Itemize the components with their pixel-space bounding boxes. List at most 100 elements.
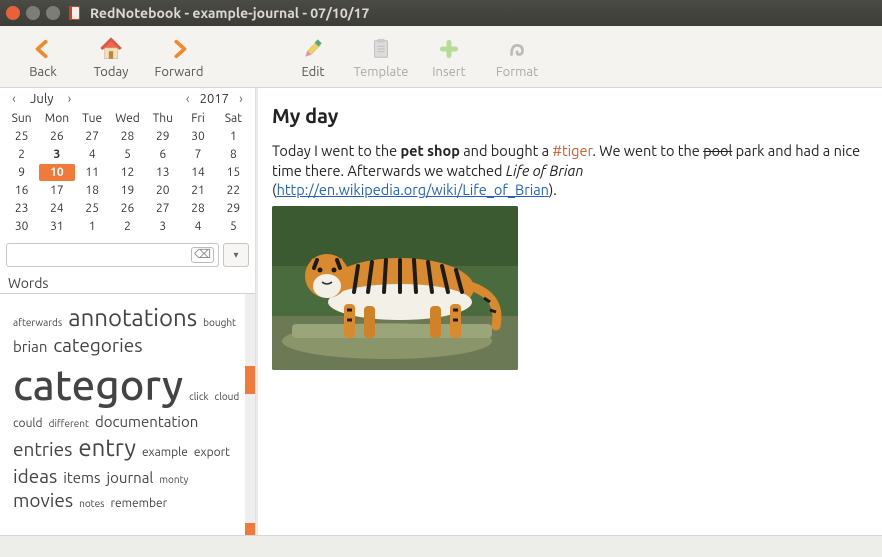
- status-bar: [0, 535, 882, 557]
- calendar-day[interactable]: 19: [110, 182, 145, 199]
- calendar-month: July: [22, 92, 61, 106]
- calendar-day[interactable]: 4: [75, 146, 110, 163]
- wordcloud-word[interactable]: brian: [13, 337, 47, 357]
- entry-body: Today I went to the pet shop and bought …: [272, 141, 868, 200]
- search-input[interactable]: ⌫: [6, 243, 219, 267]
- minimize-icon[interactable]: [26, 6, 40, 20]
- maximize-icon[interactable]: [46, 6, 60, 20]
- wordcloud-word[interactable]: example: [142, 445, 188, 461]
- wordcloud-word[interactable]: click: [189, 390, 208, 403]
- wordcloud-word[interactable]: notes: [79, 497, 104, 510]
- calendar-day[interactable]: 25: [75, 200, 110, 217]
- calendar-day[interactable]: 3: [39, 146, 74, 163]
- calendar-day[interactable]: 15: [216, 164, 251, 181]
- wordcloud-word[interactable]: ideas: [13, 464, 57, 489]
- calendar-day[interactable]: 27: [75, 128, 110, 145]
- calendar-day[interactable]: 3: [145, 218, 180, 235]
- calendar-day[interactable]: 1: [216, 128, 251, 145]
- calendar-day[interactable]: 4: [180, 218, 215, 235]
- calendar-day[interactable]: 11: [75, 164, 110, 181]
- hashtag[interactable]: #tiger: [552, 142, 592, 159]
- calendar-day[interactable]: 2: [110, 218, 145, 235]
- wordcloud-word[interactable]: movies: [13, 488, 73, 513]
- calendar-day[interactable]: 13: [145, 164, 180, 181]
- wordcloud-word[interactable]: cloud: [215, 390, 240, 403]
- arrow-right-icon: [168, 35, 190, 63]
- scrollbar-thumb[interactable]: [245, 366, 255, 394]
- next-month-button[interactable]: ›: [61, 92, 77, 106]
- calendar-day[interactable]: 12: [110, 164, 145, 181]
- calendar-day[interactable]: 7: [180, 146, 215, 163]
- wordcloud-word[interactable]: monty: [159, 473, 188, 486]
- wordcloud: afterwards annotations bought brian categori…: [0, 294, 255, 535]
- insert-button[interactable]: Insert: [418, 30, 480, 84]
- calendar-day[interactable]: 28: [180, 200, 215, 217]
- calendar-day[interactable]: 22: [216, 182, 251, 199]
- calendar-day[interactable]: 8: [216, 146, 251, 163]
- wordcloud-word[interactable]: journal: [106, 468, 153, 488]
- calendar-grid: SunMonTueWedThuFriSat2526272829301234567…: [0, 110, 255, 239]
- calendar-day[interactable]: 5: [216, 218, 251, 235]
- forward-button[interactable]: Forward: [148, 30, 210, 84]
- edit-button[interactable]: Edit: [282, 30, 344, 84]
- close-icon[interactable]: [6, 6, 20, 20]
- calendar-day[interactable]: 26: [110, 200, 145, 217]
- wordcloud-word[interactable]: annotations: [68, 302, 197, 333]
- calendar-day[interactable]: 10: [39, 164, 74, 181]
- back-button[interactable]: Back: [12, 30, 74, 84]
- calendar-day[interactable]: 29: [216, 200, 251, 217]
- titlebar: RedNotebook - example-journal - 07/10/17: [0, 0, 882, 26]
- calendar-day[interactable]: 29: [145, 128, 180, 145]
- calendar-day[interactable]: 24: [39, 200, 74, 217]
- pencil-icon: [302, 35, 324, 63]
- calendar-day[interactable]: 23: [4, 200, 39, 217]
- wordcloud-word[interactable]: items: [63, 468, 100, 488]
- wordcloud-word[interactable]: afterwards: [13, 316, 62, 329]
- calendar-day[interactable]: 28: [110, 128, 145, 145]
- clear-search-icon[interactable]: ⌫: [191, 247, 214, 263]
- wordcloud-word[interactable]: category: [13, 358, 183, 413]
- calendar-dow: Wed: [110, 110, 145, 127]
- wordcloud-heading: Words: [0, 271, 255, 294]
- wiki-link[interactable]: http://en.wikipedia.org/wiki/Life_of_Bri…: [277, 181, 549, 198]
- prev-year-button[interactable]: ‹: [180, 92, 196, 106]
- clipboard-icon: [370, 35, 392, 63]
- calendar-day[interactable]: 6: [145, 146, 180, 163]
- calendar-day[interactable]: 25: [4, 128, 39, 145]
- calendar-day[interactable]: 30: [180, 128, 215, 145]
- wordcloud-word[interactable]: export: [194, 445, 230, 461]
- calendar-day[interactable]: 27: [145, 200, 180, 217]
- wordcloud-word[interactable]: categories: [53, 333, 142, 358]
- calendar-day[interactable]: 14: [180, 164, 215, 181]
- wordcloud-word[interactable]: entries: [13, 437, 72, 462]
- calendar-dow: Fri: [180, 110, 215, 127]
- today-button[interactable]: Today: [80, 30, 142, 84]
- calendar-nav: ‹ July › ‹ 2017 ›: [0, 88, 255, 110]
- calendar-day[interactable]: 17: [39, 182, 74, 199]
- prev-month-button[interactable]: ‹: [6, 92, 22, 106]
- calendar-day[interactable]: 16: [4, 182, 39, 199]
- wordcloud-word[interactable]: different: [49, 417, 89, 430]
- calendar-day[interactable]: 30: [4, 218, 39, 235]
- template-button[interactable]: Template: [350, 30, 412, 84]
- wordcloud-word[interactable]: could: [13, 416, 43, 432]
- calendar-day[interactable]: 9: [4, 164, 39, 181]
- arrow-left-icon: [32, 35, 54, 63]
- calendar-day[interactable]: 5: [110, 146, 145, 163]
- calendar-day[interactable]: 2: [4, 146, 39, 163]
- calendar-day[interactable]: 21: [180, 182, 215, 199]
- calendar-dow: Sat: [216, 110, 251, 127]
- calendar-day[interactable]: 31: [39, 218, 74, 235]
- calendar-day[interactable]: 18: [75, 182, 110, 199]
- calendar-day[interactable]: 26: [39, 128, 74, 145]
- wordcloud-word[interactable]: documentation: [95, 412, 198, 432]
- calendar-day[interactable]: 20: [145, 182, 180, 199]
- scrollbar[interactable]: [245, 294, 255, 535]
- format-button[interactable]: Format: [486, 30, 548, 84]
- wordcloud-word[interactable]: remember: [110, 496, 167, 512]
- wordcloud-word[interactable]: entry: [78, 432, 136, 463]
- calendar-day[interactable]: 1: [75, 218, 110, 235]
- next-year-button[interactable]: ›: [233, 92, 249, 106]
- search-dropdown[interactable]: ▾: [223, 243, 249, 267]
- wordcloud-word[interactable]: bought: [203, 316, 236, 329]
